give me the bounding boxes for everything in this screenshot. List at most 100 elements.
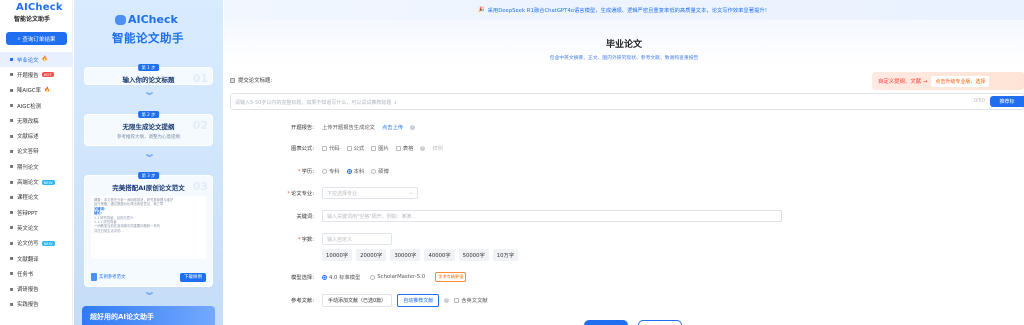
sidebar-item[interactable]: ▪ 论文答辩 xyxy=(0,144,73,159)
sample-file[interactable]: 实例参考范文 xyxy=(91,273,125,281)
sidebar-item[interactable]: ▪ 实践报告 xyxy=(0,297,73,312)
translate-icon: ▪ xyxy=(9,255,14,262)
sidebar-item[interactable]: ▪ 无限改稿 xyxy=(0,113,73,128)
badge: NEW xyxy=(41,179,55,185)
sidebar-item[interactable]: ▪ 调研报告 xyxy=(0,281,73,296)
step-tag: 第 2 步 xyxy=(137,111,160,118)
journal-icon: ▪ xyxy=(9,163,14,171)
wordcount-chip[interactable]: 10万字 xyxy=(492,249,519,261)
help-icon[interactable]: ? xyxy=(420,145,426,151)
sidebar-item[interactable]: ▪ 论文仿写 NEW xyxy=(0,236,73,251)
recommend-title-label: 推荐标 xyxy=(999,99,1015,105)
badge: NEW xyxy=(41,240,55,246)
radio-icon xyxy=(371,168,377,174)
step-number: 03 xyxy=(192,180,208,193)
topic-label: 提交论文标题: xyxy=(230,76,272,84)
wordcount-chip[interactable]: 40000字 xyxy=(424,249,455,261)
degree-option[interactable]: 专科 xyxy=(322,167,340,175)
sample-link[interactable]: 样例 xyxy=(432,144,443,152)
form-row-charts: 图表公式: 代码 公式 图片 表格? 样例 xyxy=(224,142,1024,154)
wordcount-chip[interactable]: 10000字 xyxy=(322,249,353,261)
sidebar-item-label: 调研报告 xyxy=(17,287,39,294)
step-card-1: 第 1 步 输入你的论文标题 01 xyxy=(84,64,213,85)
copy-icon: ▪ xyxy=(9,239,14,247)
degree-option[interactable]: 硕博 xyxy=(371,167,389,175)
sidebar-item-label: 任务书 xyxy=(17,271,34,278)
degree-option[interactable]: 本科 xyxy=(346,167,365,175)
model-option[interactable]: ScholarMaster-5.0 xyxy=(370,274,425,280)
wordcount-chip[interactable]: 20000字 xyxy=(356,249,387,261)
form-row-keywords: 关键词: 输入关键词用"空格"隔开，例如：某某... xyxy=(224,210,1024,222)
sidebar-item[interactable]: ▪ 任务书 xyxy=(0,266,73,281)
promo-panel: AICheck 智能论文助手 第 1 步 输入你的论文标题 01 ︾ 第 2 步… xyxy=(74,0,223,325)
globe-icon: ▪ xyxy=(9,224,14,232)
star-icon: ▪ xyxy=(9,178,14,186)
sidebar-item[interactable]: ▪ 降AIGC率 🔥 xyxy=(0,83,73,98)
sidebar-item-label: 论文仿写 xyxy=(17,241,39,248)
sidebar-item[interactable]: ▪ 课程论文 xyxy=(0,190,73,205)
sidebar-item[interactable]: ▪ 文献综述 xyxy=(0,128,73,143)
promo-title: 智能论文助手 xyxy=(112,31,184,45)
sidebar-item[interactable]: ▪ 期刊论文 xyxy=(0,159,73,174)
refs-label: 参考文献: xyxy=(291,298,314,304)
chart-option-label: 代码 xyxy=(329,146,340,152)
sidebar-item[interactable]: ▪ 毕业论文 🔥 xyxy=(0,52,73,68)
document-icon xyxy=(91,273,97,281)
major-select[interactable]: 下拉选择专业 ⌄ xyxy=(322,187,418,199)
chart-option[interactable]: 表格 xyxy=(395,144,413,152)
english-refs-option[interactable]: 含英文文献 xyxy=(454,296,488,304)
party-icon: 🎉 xyxy=(478,7,485,13)
wordcount-chip[interactable]: 50000字 xyxy=(458,249,489,261)
form-row-wordchips: 10000字 20000字 30000字 40000字 50000字 10万字 xyxy=(224,249,1024,261)
charts-label: 图表公式: xyxy=(291,146,314,152)
degree-option-label: 本科 xyxy=(353,169,365,175)
secondary-button[interactable] xyxy=(638,320,682,325)
submit-button[interactable] xyxy=(584,320,628,325)
upgrade-promo[interactable]: 自定义提纲、文献 → 点击升级专业版，选择 xyxy=(872,72,1024,90)
sidebar-item[interactable]: ▪ 开题报告 HOT xyxy=(0,67,73,82)
sidebar-item[interactable]: ▪ 答辩PPT xyxy=(0,205,73,220)
sidebar-item-label: AIGC检测 xyxy=(17,103,41,110)
download-sample-button[interactable]: 下载样例 xyxy=(180,272,206,282)
keywords-input[interactable]: 输入关键词用"空格"隔开，例如：某某... xyxy=(322,210,782,222)
chevron-down-icon: ︾ xyxy=(146,292,153,300)
chart-option[interactable]: 代码 xyxy=(322,144,340,152)
logo-subtitle: 智能论文助手 xyxy=(14,16,51,23)
degree-option-label: 专科 xyxy=(329,169,340,175)
sidebar-item-label: 无限改稿 xyxy=(17,118,39,125)
chat-icon: ▪ xyxy=(9,147,14,155)
sample-file-label: 实例参考范文 xyxy=(99,275,126,280)
model-option[interactable]: 4.0 标准模型 xyxy=(322,273,360,281)
sidebar-item[interactable]: ▪ 高端论文 NEW xyxy=(0,174,73,189)
sidebar: AICheck 智能论文助手 ⌕ 查询订单结果 ▪ 毕业论文 🔥 ▪ 开题报告 HOT ▪ 降… xyxy=(0,0,73,325)
help-icon[interactable]: ? xyxy=(444,297,450,303)
upgrade-link[interactable]: 点击升级专业版，选择 xyxy=(931,75,990,87)
sidebar-item-label: 论文答辩 xyxy=(17,149,39,156)
step-card-2: 第 2 步 无限生成论文提纲 参考推荐大纲，调整为心意提纲 02 xyxy=(84,111,213,146)
chart-option[interactable]: 公式 xyxy=(346,144,364,152)
checkbox-icon xyxy=(395,145,401,151)
wordcount-chip[interactable]: 30000字 xyxy=(390,249,421,261)
sidebar-item[interactable]: ▪ 英文论文 xyxy=(0,220,73,235)
topic-input[interactable]: 请输入5-50字以内的完整标题，如果不知道写什么，可以试试推荐标题 ↓ xyxy=(230,93,1024,110)
query-order-button[interactable]: ⌕ 查询订单结果 xyxy=(6,32,67,45)
sidebar-item[interactable]: ▪ AIGC检测 xyxy=(0,98,73,113)
sidebar-menu: ▪ 毕业论文 🔥 ▪ 开题报告 HOT ▪ 降AIGC率 🔥 ▪ AIGC检测 ▪ 无限改稿 ▪ 文献综述 ▪… xyxy=(0,52,73,312)
help-icon[interactable]: ? xyxy=(410,124,416,130)
degree-option-label: 硕博 xyxy=(378,169,389,175)
recommend-title-button[interactable]: 推荐标 xyxy=(990,96,1024,107)
step-number: 02 xyxy=(192,119,208,132)
form-row-refs: 参考文献: 手动添加文献（已选0篇） 自动推荐文献 ? 含英文文献 xyxy=(224,293,1024,307)
radio-icon xyxy=(322,168,327,174)
sidebar-item[interactable]: ▪ 文献翻译 xyxy=(0,251,73,266)
auto-recommend-refs-button[interactable]: 自动推荐文献 xyxy=(397,293,440,307)
chart-option[interactable]: 图片 xyxy=(371,144,389,152)
form-row-major: *论文专业: 下拉选择专业 ⌄ xyxy=(224,187,1024,199)
wordcount-input[interactable]: 输入自定义 xyxy=(322,233,392,245)
main-content: 🎉 采用DeepSeek R1融合ChatGPT4o语言模型，生成通顺、逻辑严密… xyxy=(224,0,1024,325)
sidebar-item-label: 开题报告 xyxy=(17,72,39,79)
manual-add-refs-button[interactable]: 手动添加文献（已选0篇） xyxy=(322,293,393,307)
upload-link[interactable]: 点击上传 xyxy=(382,123,403,131)
scan-icon: ▪ xyxy=(9,102,14,110)
course-icon: ▪ xyxy=(9,193,14,201)
